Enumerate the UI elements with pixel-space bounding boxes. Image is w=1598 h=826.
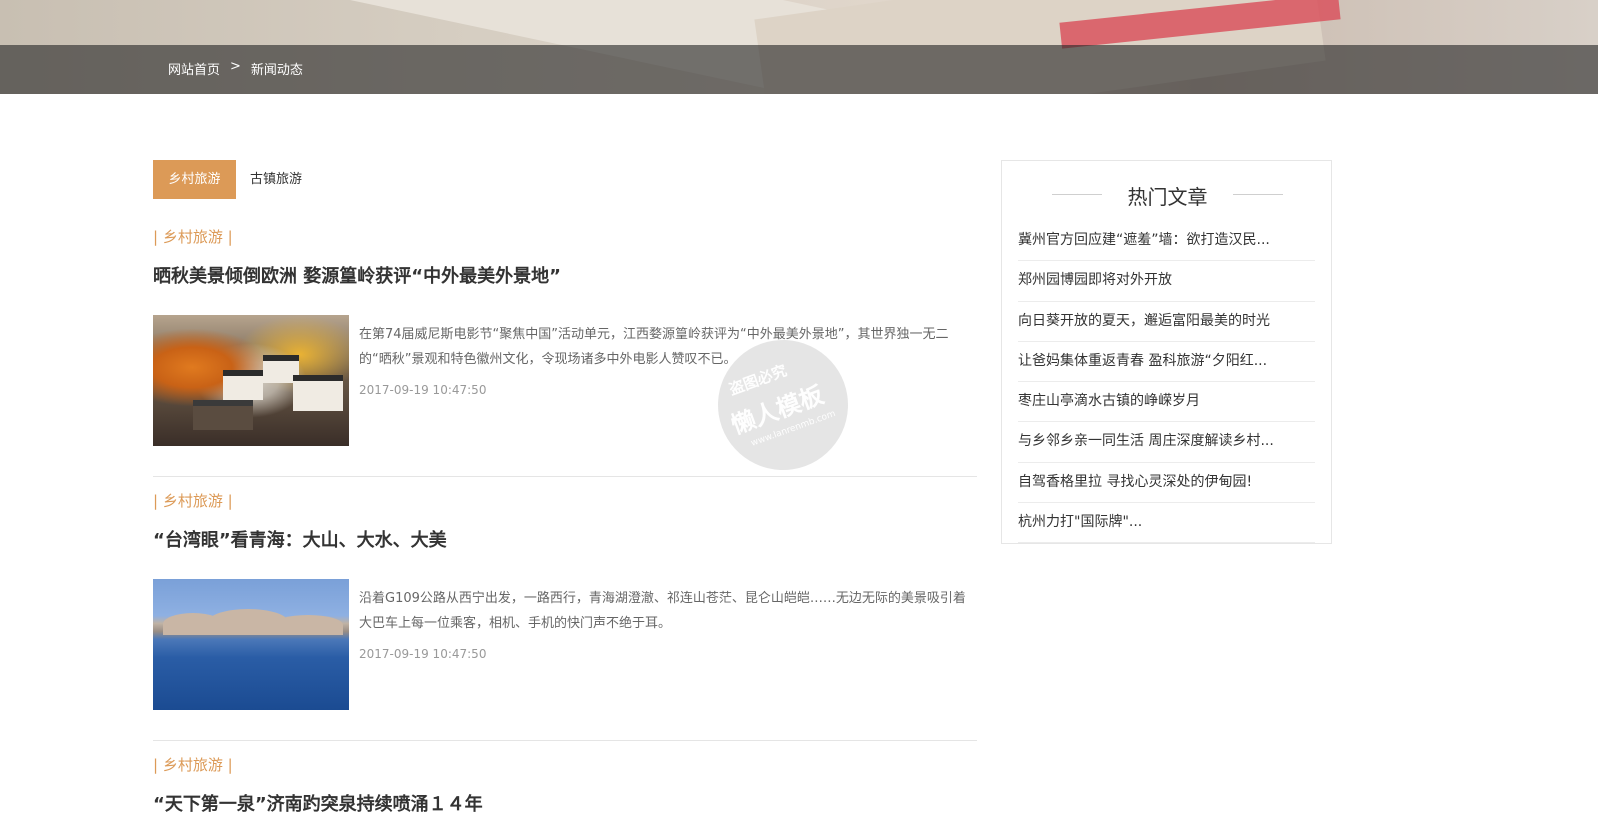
article-category[interactable]: | 乡村旅游 |	[153, 754, 233, 775]
hot-article-link[interactable]: 与乡邻乡亲一同生活 周庄深度解读乡村...	[1018, 422, 1315, 463]
hot-article-link[interactable]: 向日葵开放的夏天，邂逅富阳最美的时光	[1018, 302, 1315, 342]
hot-article-link[interactable]: 杭州力打"国际牌"...	[1018, 503, 1315, 544]
article-item: | 乡村旅游 | 晒秋美景倾倒欧洲 婺源篁岭获评“中外最美外景地” 在第74届威…	[153, 226, 977, 478]
article-thumbnail[interactable]	[153, 579, 349, 710]
article-title[interactable]: “天下第一泉”济南趵突泉持续喷涌１４年	[153, 790, 483, 816]
hot-articles-list: 冀州官方回应建“遮羞”墙：欲打造汉民... 郑州园博园即将对外开放 向日葵开放的…	[1018, 221, 1315, 544]
article-thumbnail[interactable]	[153, 315, 349, 446]
article-category[interactable]: | 乡村旅游 |	[153, 490, 233, 511]
article-divider	[153, 740, 977, 741]
article-item: | 乡村旅游 | “台湾眼”看青海：大山、大水、大美 沿着G109公路从西宁出发…	[153, 490, 977, 742]
hot-article-link[interactable]: 冀州官方回应建“遮羞”墙：欲打造汉民...	[1018, 221, 1315, 262]
article-date: 2017-09-19 10:47:50	[359, 383, 487, 397]
article-item: | 乡村旅游 | “天下第一泉”济南趵突泉持续喷涌１４年	[153, 754, 977, 826]
breadcrumb: 网站首页 > 新闻动态	[168, 59, 303, 78]
sidebar-title: 热门文章	[1127, 185, 1208, 209]
tab-ancient-town-travel[interactable]: 古镇旅游	[236, 160, 316, 199]
article-summary: 沿着G109公路从西宁出发，一路西行，青海湖澄澈、祁连山苍茫、昆仑山皑皑……无边…	[359, 591, 966, 631]
tab-rural-travel[interactable]: 乡村旅游	[153, 160, 236, 199]
article-divider	[153, 476, 977, 477]
breadcrumb-current[interactable]: 新闻动态	[251, 59, 303, 78]
page-banner: 网站首页 > 新闻动态	[0, 0, 1598, 94]
article-title[interactable]: “台湾眼”看青海：大山、大水、大美	[153, 526, 447, 552]
hot-articles-sidebar: 热门文章 冀州官方回应建“遮羞”墙：欲打造汉民... 郑州园博园即将对外开放 向…	[1001, 160, 1332, 544]
hot-article-link[interactable]: 自驾香格里拉 寻找心灵深处的伊甸园!	[1018, 463, 1315, 504]
breadcrumb-home-link[interactable]: 网站首页	[168, 59, 220, 78]
hot-article-link[interactable]: 枣庄山亭滴水古镇的峥嵘岁月	[1018, 382, 1315, 423]
category-tabs: 乡村旅游 古镇旅游	[153, 160, 316, 199]
title-decoration-line	[1233, 194, 1283, 195]
breadcrumb-separator: >	[230, 59, 241, 74]
article-category[interactable]: | 乡村旅游 |	[153, 226, 233, 247]
article-title[interactable]: 晒秋美景倾倒欧洲 婺源篁岭获评“中外最美外景地”	[153, 262, 561, 288]
article-date: 2017-09-19 10:47:50	[359, 647, 487, 661]
hot-article-link[interactable]: 让爸妈集体重返青春 盈科旅游“夕阳红...	[1018, 342, 1315, 383]
hot-article-link[interactable]: 郑州园博园即将对外开放	[1018, 261, 1315, 302]
article-summary: 在第74届威尼斯电影节“聚焦中国”活动单元，江西婺源篁岭获评为“中外最美外景地”…	[359, 327, 949, 367]
